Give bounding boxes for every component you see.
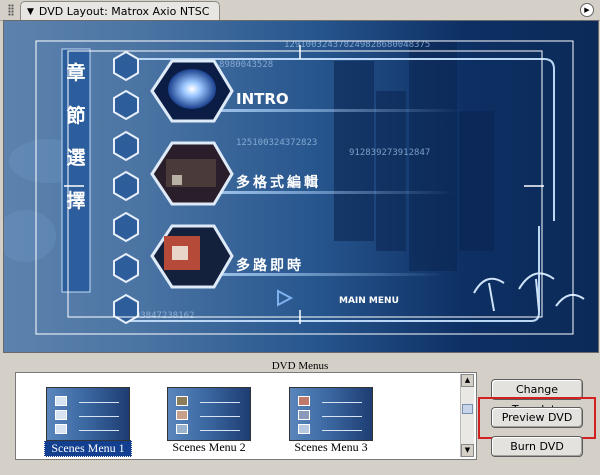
thumb-hex-icon — [176, 410, 188, 420]
thumb-line — [322, 416, 362, 417]
dvd-menu-preview: 129100324378249828680048375 8980043528 1… — [3, 20, 599, 353]
hexagon-thumb-3 — [113, 130, 139, 162]
dvd-menus-label: DVD Menus — [271, 360, 329, 372]
thumb-line — [200, 402, 240, 403]
scenes-menu-label-3[interactable]: Scenes Menu 3 — [287, 440, 375, 455]
main-menu-link[interactable]: MAIN MENU — [339, 296, 399, 306]
chapter-title-bar — [61, 48, 91, 293]
digit-string-3: 125100324372823 — [236, 138, 317, 148]
thumb-line — [322, 430, 362, 431]
thumb-hex-icon — [298, 424, 310, 434]
preview-canvas: 129100324378249828680048375 8980043528 1… — [4, 40, 585, 335]
thumb-hex-icon — [176, 424, 188, 434]
edit-thumbnail-detail — [172, 175, 182, 185]
tab-dvd-layout[interactable]: ▼ DVD Layout: Matrox Axio NTSC — [20, 1, 221, 21]
satellite-dish-icon — [473, 272, 585, 312]
thumb-line — [79, 430, 119, 431]
item-underline-2 — [214, 191, 454, 194]
play-arrow-icon[interactable] — [277, 289, 294, 307]
hexagon-thumb-4 — [113, 170, 139, 202]
scenes-menu-label-2[interactable]: Scenes Menu 2 — [165, 440, 253, 455]
thumb-line — [200, 416, 240, 417]
thumb-line — [322, 402, 362, 403]
hexagon-thumb-7 — [113, 293, 139, 325]
hexagon-thumb-1 — [113, 50, 139, 82]
preview-dvd-button[interactable]: Preview DVD — [491, 407, 583, 428]
scenes-menu-thumbnail-3[interactable]: Scenes Menu 3 — [287, 387, 375, 454]
drag-grip-icon[interactable] — [8, 4, 14, 16]
chapter-title-char-2: 節 — [66, 104, 85, 127]
scrollbar-thumb[interactable] — [462, 404, 473, 414]
hexagon-thumb-6 — [113, 252, 139, 284]
collapse-arrow-icon[interactable]: ▼ — [27, 7, 34, 17]
hexagon-thumb-5 — [113, 211, 139, 243]
chapter-title-char-1: 章 — [66, 61, 85, 84]
chapter-title-char-4: 擇 — [66, 190, 85, 212]
scroll-down-icon[interactable]: ▼ — [461, 444, 474, 457]
scenes-menu-thumbnail-2[interactable]: Scenes Menu 2 — [165, 387, 253, 454]
menu-item-multiformat-edit[interactable]: 多格式編輯 — [150, 141, 321, 206]
panel-title: DVD Layout: Matrox Axio NTSC — [38, 5, 210, 18]
panel-menu-icon[interactable]: ▶ — [580, 3, 594, 17]
thumb-hex-icon — [55, 424, 67, 434]
item-underline-1 — [214, 109, 464, 112]
menus-scrollbar[interactable]: ▲ ▼ — [460, 374, 474, 457]
thumb-hex-icon — [176, 396, 188, 406]
thumb-hex-icon — [55, 410, 67, 420]
scenes-menu-thumbnail-1[interactable]: Scenes Menu 1 — [44, 387, 132, 457]
thumb-hex-icon — [55, 396, 67, 406]
menu-item-multi-realtime[interactable]: 多路即時 — [150, 224, 304, 289]
thumb-line — [200, 430, 240, 431]
dvd-menus-list[interactable]: Scenes Menu 1 Scenes Menu 2 Scenes Menu … — [15, 372, 477, 460]
chapter-title-char-3: 選 — [66, 147, 85, 169]
digit-string-2: 8980043528 — [219, 60, 273, 70]
scenes-menu-preview-2 — [167, 387, 251, 441]
digit-string-4: 912839273912847 — [349, 148, 430, 158]
thumb-hex-icon — [298, 410, 310, 420]
intro-thumbnail-image — [168, 69, 216, 109]
scroll-up-icon[interactable]: ▲ — [461, 374, 474, 387]
scenes-menu-preview-3 — [289, 387, 373, 441]
thumb-line — [79, 402, 119, 403]
scenes-menu-label-1[interactable]: Scenes Menu 1 — [44, 440, 132, 457]
hexagon-thumb-2 — [113, 89, 139, 121]
realtime-thumbnail-detail — [172, 246, 188, 260]
panel-titlebar: ▼ DVD Layout: Matrox Axio NTSC ▶ — [0, 0, 600, 21]
menu-item-label-multiformat-edit[interactable]: 多格式編輯 — [236, 174, 321, 191]
menu-item-label-multi-realtime[interactable]: 多路即時 — [236, 257, 304, 274]
thumb-line — [79, 416, 119, 417]
menu-item-label-intro[interactable]: INTRO — [236, 90, 289, 108]
scenes-menu-preview-1 — [46, 387, 130, 441]
thumb-hex-icon — [298, 396, 310, 406]
burn-dvd-button[interactable]: Burn DVD — [491, 436, 583, 457]
